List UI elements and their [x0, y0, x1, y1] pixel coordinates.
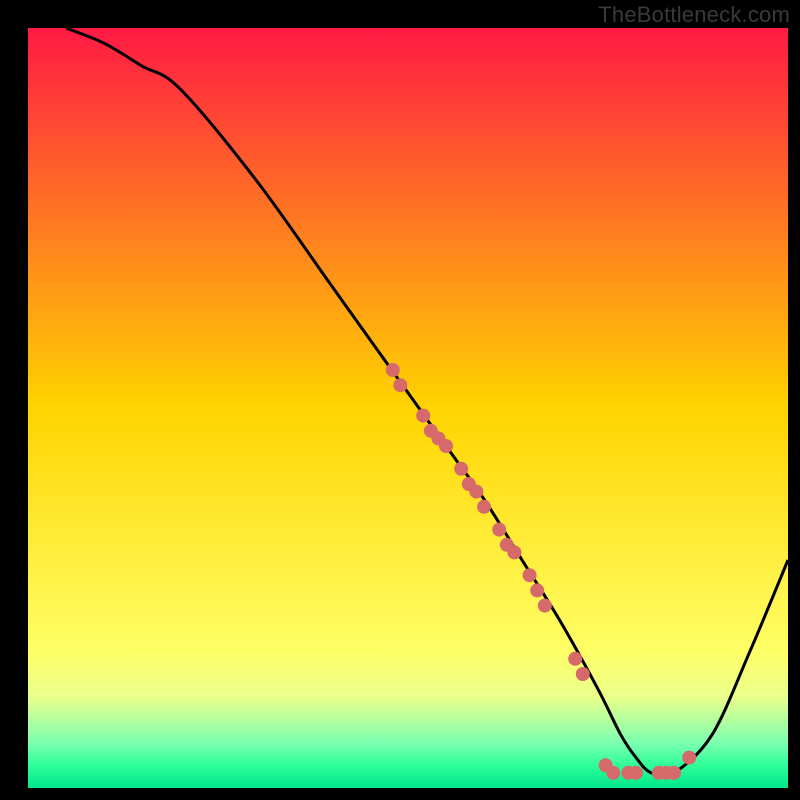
curve-marker — [416, 409, 430, 423]
curve-marker — [523, 568, 537, 582]
plot-background — [28, 28, 788, 788]
curve-marker — [477, 500, 491, 514]
curve-marker — [386, 363, 400, 377]
curve-marker — [576, 667, 590, 681]
curve-marker — [439, 439, 453, 453]
curve-marker — [682, 751, 696, 765]
watermark-label: TheBottleneck.com — [598, 2, 790, 28]
curve-marker — [667, 766, 681, 780]
curve-marker — [629, 766, 643, 780]
curve-marker — [492, 523, 506, 537]
curve-marker — [393, 378, 407, 392]
curve-marker — [568, 652, 582, 666]
curve-marker — [469, 485, 483, 499]
bottleneck-chart — [0, 0, 800, 800]
curve-marker — [454, 462, 468, 476]
curve-marker — [507, 545, 521, 559]
chart-container: TheBottleneck.com — [0, 0, 800, 800]
curve-marker — [538, 599, 552, 613]
curve-marker — [606, 766, 620, 780]
curve-marker — [530, 583, 544, 597]
